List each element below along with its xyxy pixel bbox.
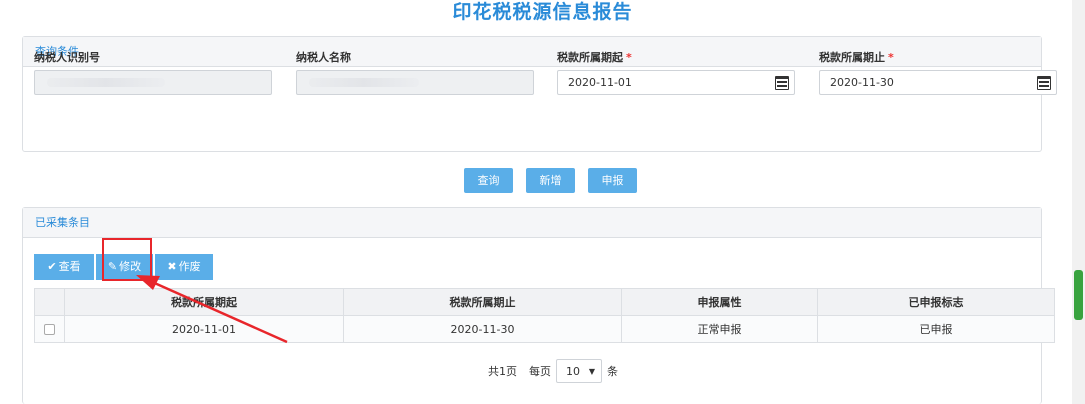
annotation-arrow — [136, 275, 288, 344]
scrollbar-track[interactable] — [1072, 0, 1085, 404]
scrollbar-thumb[interactable] — [1074, 270, 1083, 320]
arrow-shaft — [149, 279, 288, 344]
arrow-head — [136, 275, 160, 290]
